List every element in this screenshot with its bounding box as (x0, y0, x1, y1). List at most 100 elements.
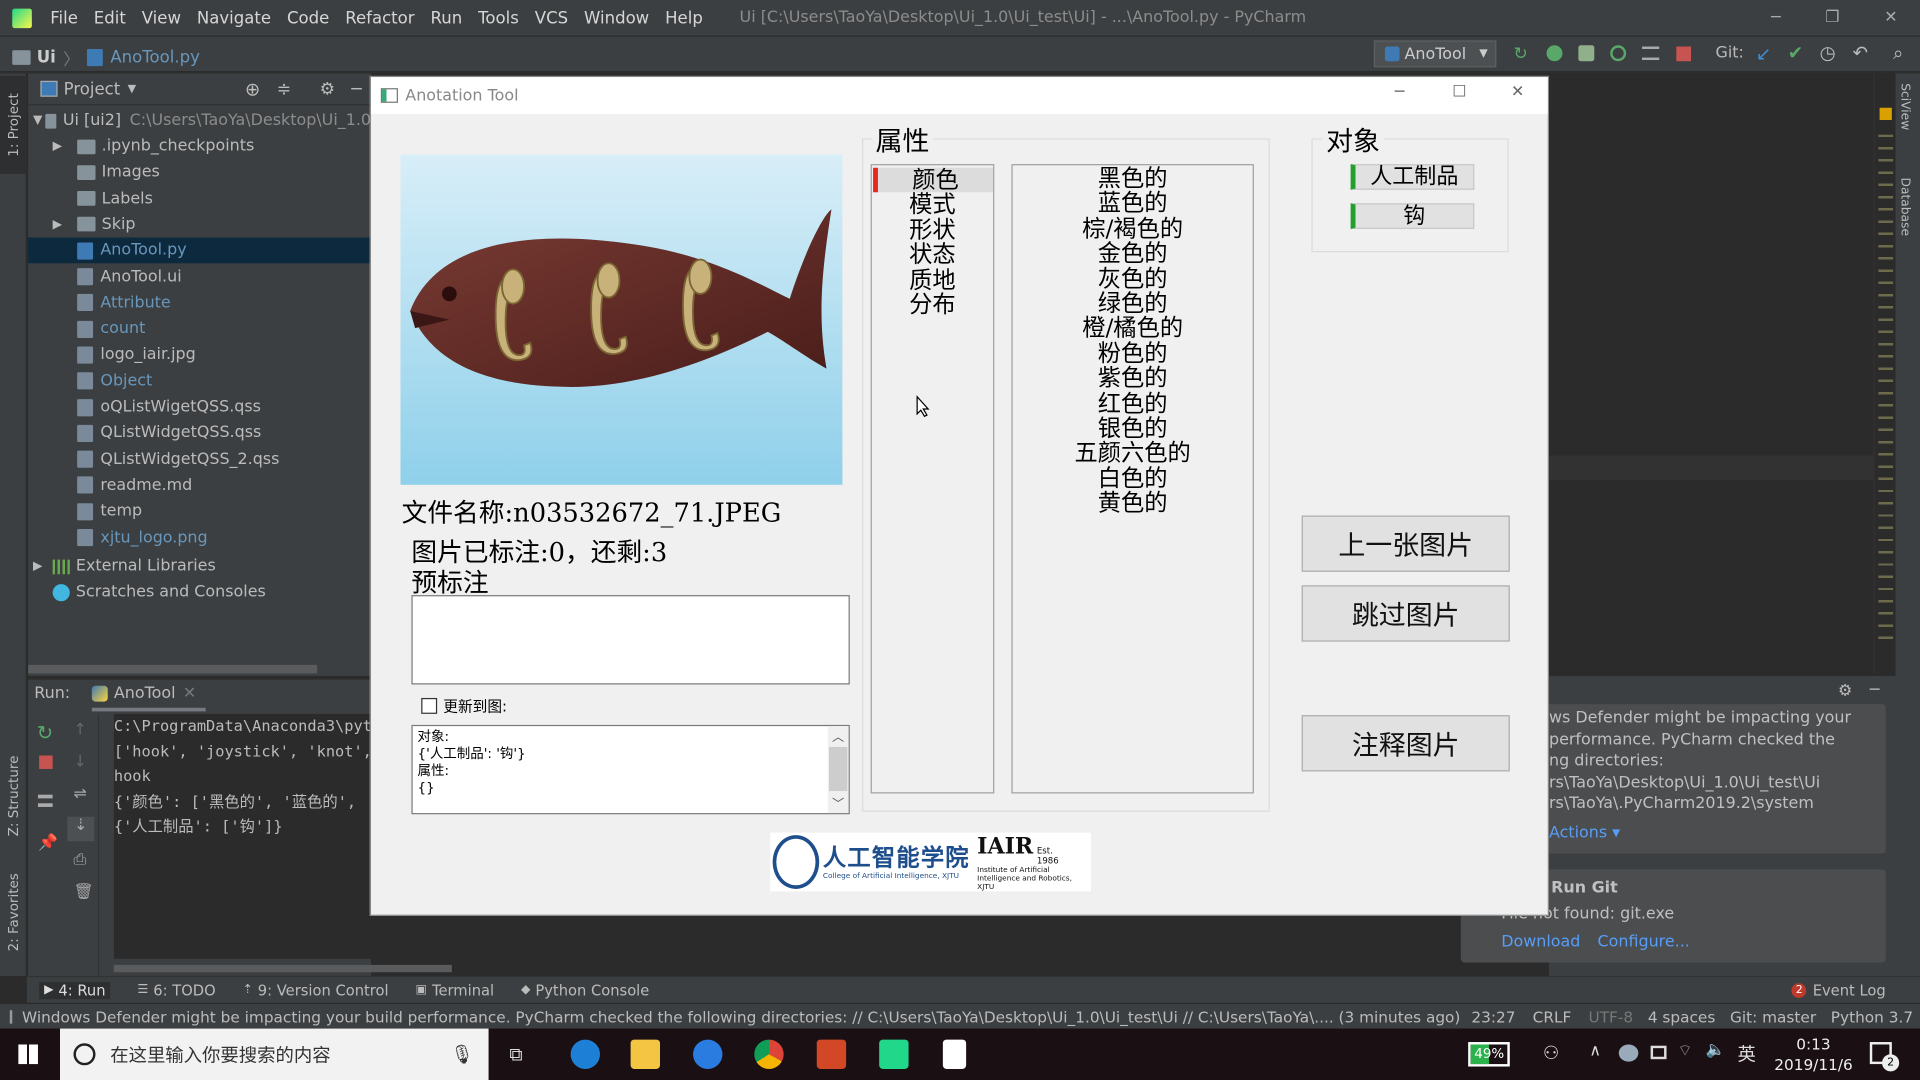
layout-icon[interactable] (37, 794, 53, 807)
rerun-icon[interactable]: ↻ (37, 721, 53, 744)
prev-image-button[interactable]: 上一张图片 (1301, 515, 1510, 572)
git-branch[interactable]: Git: master (1730, 1007, 1816, 1025)
tree-scratches[interactable]: Scratches and Consoles (28, 579, 371, 605)
volume-icon[interactable]: 🔈 (1706, 1041, 1726, 1059)
attribute-category-list[interactable]: 颜色 模式 形状 状态 质地 分布 (870, 164, 995, 794)
soft-wrap-icon[interactable]: ⇌ (73, 785, 86, 803)
menu-vcs[interactable]: VCS (535, 8, 568, 28)
configure-link[interactable]: Configure... (1598, 933, 1690, 951)
notepad-icon[interactable] (942, 1039, 967, 1069)
coverage-icon[interactable] (1578, 45, 1595, 62)
battery-tray-icon[interactable] (1650, 1045, 1667, 1060)
menu-run[interactable]: Run (430, 8, 462, 28)
search-icon[interactable]: ⌕ (1893, 42, 1903, 64)
file-encoding[interactable]: UTF-8 (1588, 1007, 1633, 1025)
scrollbar-thumb[interactable] (828, 746, 848, 792)
attribute-value-item[interactable]: 粉色的 (1013, 341, 1253, 366)
console-scrollbar[interactable] (113, 964, 452, 973)
git-commit-icon[interactable]: ✔ (1788, 42, 1803, 64)
attribute-value-item[interactable]: 灰色的 (1013, 266, 1253, 291)
run-console-output[interactable]: C:\ProgramData\Anaconda3\pyth ['hook', 'j… (113, 713, 372, 959)
tree-item[interactable]: count (28, 316, 371, 342)
close-button[interactable]: ✕ (1884, 9, 1897, 27)
project-view-dropdown[interactable]: Project (64, 79, 121, 99)
menu-file[interactable]: File (50, 8, 78, 28)
indent-setting[interactable]: 4 spaces (1648, 1007, 1715, 1025)
gear-icon[interactable]: ⚙ (1838, 682, 1852, 700)
collapse-all-icon[interactable]: ≑ (277, 79, 291, 99)
summary-textarea[interactable]: 对象: {'人工制品': '钩'} 属性:{} ︿ ﹀ (411, 724, 850, 815)
action-center-icon[interactable]: 2 (1869, 1042, 1900, 1072)
tree-item[interactable]: AnoTool.ui (28, 264, 371, 290)
tool-window-structure[interactable]: Z: Structure (0, 741, 27, 851)
windows-start-icon[interactable] (18, 1044, 38, 1065)
attribute-value-item[interactable]: 橙/橘色的 (1013, 316, 1253, 341)
attribute-value-item[interactable]: 五颜六色的 (1013, 441, 1253, 466)
minimize-button[interactable]: ─ (1771, 9, 1781, 27)
menu-refactor[interactable]: Refactor (345, 8, 414, 28)
attribute-category-item[interactable]: 模式 (872, 192, 993, 217)
menu-help[interactable]: Help (665, 8, 703, 28)
tree-item[interactable]: AnoTool.py (28, 237, 372, 264)
tree-item[interactable]: xjtu_logo.png (28, 525, 371, 551)
tree-root[interactable]: ▼ Ui [ui2] C:\Users\TaoYa\Desktop\Ui_1.0 (28, 108, 371, 134)
tree-item[interactable]: readme.md (28, 473, 371, 499)
attribute-value-item[interactable]: 银色的 (1013, 416, 1253, 441)
attribute-value-item[interactable]: 绿色的 (1013, 291, 1253, 316)
microphone-icon[interactable]: 🎙 (451, 1043, 474, 1065)
attribute-value-item[interactable]: 金色的 (1013, 241, 1253, 266)
breadcrumb-file[interactable]: AnoTool.py (110, 48, 200, 68)
ime-indicator[interactable]: 英 (1738, 1041, 1756, 1067)
menu-code[interactable]: Code (287, 8, 329, 28)
line-separator[interactable]: CRLF (1533, 1007, 1572, 1025)
attribute-category-item[interactable]: 状态 (872, 242, 993, 267)
attribute-category-item[interactable]: 质地 (872, 267, 993, 292)
stop-icon[interactable] (1676, 46, 1692, 62)
wifi-icon[interactable]: ⌔ (1678, 1041, 1693, 1060)
debug-icon[interactable] (1546, 45, 1563, 62)
down-arrow-icon[interactable]: ↓ (73, 753, 86, 771)
concurrency-icon[interactable] (1642, 46, 1660, 61)
dialog-minimize-button[interactable]: ─ (1395, 83, 1405, 101)
tree-item[interactable]: Labels (28, 186, 371, 212)
annotate-image-button[interactable]: 注释图片 (1301, 715, 1510, 772)
run-tab-anotool[interactable]: AnoTool ✕ (91, 680, 206, 712)
attribute-category-item[interactable]: 形状 (872, 217, 993, 242)
tree-item[interactable]: logo_iair.jpg (28, 342, 371, 368)
tree-item[interactable]: Images (28, 160, 371, 186)
scroll-to-end-icon[interactable]: ⇣ (67, 816, 95, 842)
menu-navigate[interactable]: Navigate (197, 8, 271, 28)
stop-icon[interactable] (39, 755, 53, 769)
actions-link[interactable]: Actions ▾ (1549, 822, 1886, 843)
task-view-icon[interactable]: ⧉ (509, 1043, 522, 1065)
tool-window-project[interactable]: 1: Project (0, 75, 27, 174)
gear-icon[interactable]: ⚙ (320, 79, 335, 99)
expand-arrow-icon[interactable]: ▶ (53, 140, 77, 153)
tree-item[interactable]: Object (28, 368, 371, 394)
show-hidden-icons[interactable]: ∧ (1589, 1042, 1601, 1060)
tree-external-libraries[interactable]: ▶ External Libraries (28, 553, 371, 579)
edge-icon[interactable] (570, 1039, 601, 1069)
tree-item[interactable]: temp (28, 499, 371, 525)
taskbar-search-box[interactable]: 在这里输入你要搜索的内容 🎙 (60, 1028, 489, 1080)
attribute-value-item[interactable]: 黑色的 (1013, 166, 1253, 191)
menu-edit[interactable]: Edit (94, 8, 126, 28)
battery-indicator[interactable]: 49% (1468, 1042, 1510, 1067)
vertical-scrollbar[interactable]: ︿ ﹀ (827, 726, 849, 814)
tool-window-favorites[interactable]: 2: Favorites (0, 863, 27, 961)
bottom-tab-todo[interactable]: ☰ 6: TODO (137, 981, 215, 998)
tool-window-sciview[interactable]: SciView (1898, 83, 1911, 130)
chrome-icon[interactable] (754, 1039, 784, 1069)
locate-icon[interactable]: ⊕ (245, 78, 260, 100)
scroll-up-icon[interactable]: ︿ (828, 726, 849, 744)
attribute-value-item[interactable]: 黄色的 (1013, 491, 1253, 516)
toggle-tool-windows-icon[interactable] (9, 1009, 13, 1024)
attribute-value-item[interactable]: 蓝色的 (1013, 191, 1253, 216)
menu-window[interactable]: Window (584, 8, 649, 28)
download-link[interactable]: Download (1501, 933, 1580, 951)
hide-icon[interactable]: ─ (351, 79, 361, 99)
up-arrow-icon[interactable]: ↑ (73, 721, 86, 739)
bottom-tab-terminal[interactable]: ▣ Terminal (416, 981, 495, 998)
maximize-button[interactable]: ❐ (1825, 9, 1839, 27)
run-icon[interactable]: ↻ (1513, 45, 1530, 62)
